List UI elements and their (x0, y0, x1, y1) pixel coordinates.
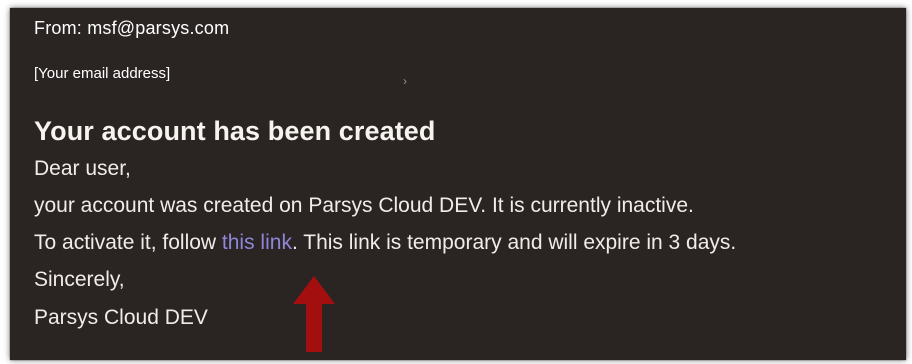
sender-line: From: msf@parsys.com (34, 18, 230, 38)
activation-instructions: To activate it, follow this link. This l… (34, 231, 736, 255)
email-subject-heading: Your account has been created (34, 116, 436, 146)
arrow-up-icon (293, 276, 335, 352)
account-created-text: your account was created on Parsys Cloud… (34, 194, 694, 217)
recipient-line: [Your email address] (34, 65, 171, 82)
signature-text: Parsys Cloud DEV (34, 306, 208, 329)
activation-suffix-text: . This link is temporary and will expire… (291, 231, 737, 254)
activation-link[interactable]: this link (222, 231, 292, 254)
email-message-panel: From: msf@parsys.com [Your email address… (10, 8, 906, 360)
closing-text: Sincerely, (34, 268, 125, 291)
screenshot-frame: From: msf@parsys.com [Your email address… (0, 0, 912, 364)
arrow-up-shape (293, 276, 335, 352)
activation-prefix-text: To activate it, follow (34, 231, 222, 254)
chevron-right-icon[interactable]: › (403, 75, 407, 87)
greeting-text: Dear user, (34, 157, 131, 180)
